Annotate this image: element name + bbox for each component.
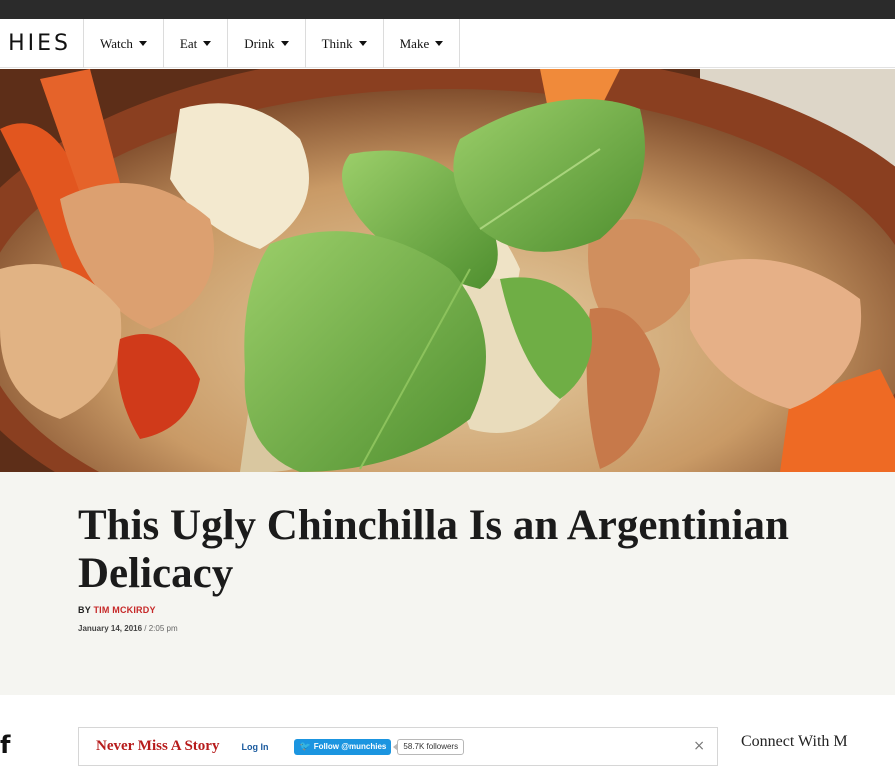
- caret-down-icon: [358, 41, 367, 46]
- caret-down-icon: [203, 41, 212, 46]
- byline: BY TIM MCKIRDY: [78, 605, 156, 615]
- byline-prefix: BY: [78, 605, 91, 615]
- subscribe-title: Never Miss A Story: [96, 738, 220, 754]
- caret-down-icon: [435, 41, 444, 46]
- article-header: This Ugly Chinchilla Is an Argentinian D…: [0, 472, 895, 695]
- site-navbar: HIES Watch Eat Drink Think Make: [0, 19, 895, 68]
- nav-item-make[interactable]: Make: [384, 19, 461, 68]
- food-photo-illustration: [0, 69, 895, 472]
- twitter-bird-icon: 🐦: [299, 741, 311, 751]
- nav-item-drink[interactable]: Drink: [228, 19, 306, 68]
- login-link[interactable]: Log In: [241, 742, 268, 752]
- close-icon[interactable]: ×: [693, 737, 705, 755]
- caret-down-icon: [280, 41, 289, 46]
- follow-label: Follow @munchies: [313, 742, 387, 751]
- author-link[interactable]: TIM MCKIRDY: [93, 605, 155, 615]
- follower-count: 58.7K followers: [393, 738, 465, 755]
- nav-item-label: Think: [321, 35, 353, 51]
- nav-item-label: Eat: [179, 35, 198, 51]
- time-text: 2:05 pm: [148, 624, 178, 633]
- top-strip: [0, 0, 895, 19]
- caret-down-icon: [138, 41, 147, 46]
- subscribe-banner: Never Miss A Story Log In 🐦 Follow @munch…: [78, 727, 718, 766]
- nav-item-label: Make: [399, 35, 430, 51]
- facebook-icon[interactable]: f: [0, 730, 20, 760]
- twitter-follow-button[interactable]: 🐦 Follow @munchies: [294, 738, 392, 755]
- publish-date: January 14, 2016 / 2:05 pm: [78, 624, 178, 633]
- article-title: This Ugly Chinchilla Is an Argentinian D…: [78, 502, 789, 597]
- nav-item-label: Watch: [100, 35, 133, 51]
- connect-heading: Connect With M: [741, 733, 848, 750]
- time-separator: /: [142, 624, 149, 633]
- nav-item-eat[interactable]: Eat: [164, 19, 229, 68]
- nav-item-label: Drink: [244, 35, 275, 51]
- site-logo[interactable]: HIES: [0, 19, 84, 68]
- hero-image: [0, 69, 895, 472]
- date-text: January 14, 2016: [78, 624, 143, 633]
- nav-item-think[interactable]: Think: [306, 19, 384, 68]
- nav-item-watch[interactable]: Watch: [84, 19, 164, 68]
- main-nav: Watch Eat Drink Think Make: [84, 19, 461, 68]
